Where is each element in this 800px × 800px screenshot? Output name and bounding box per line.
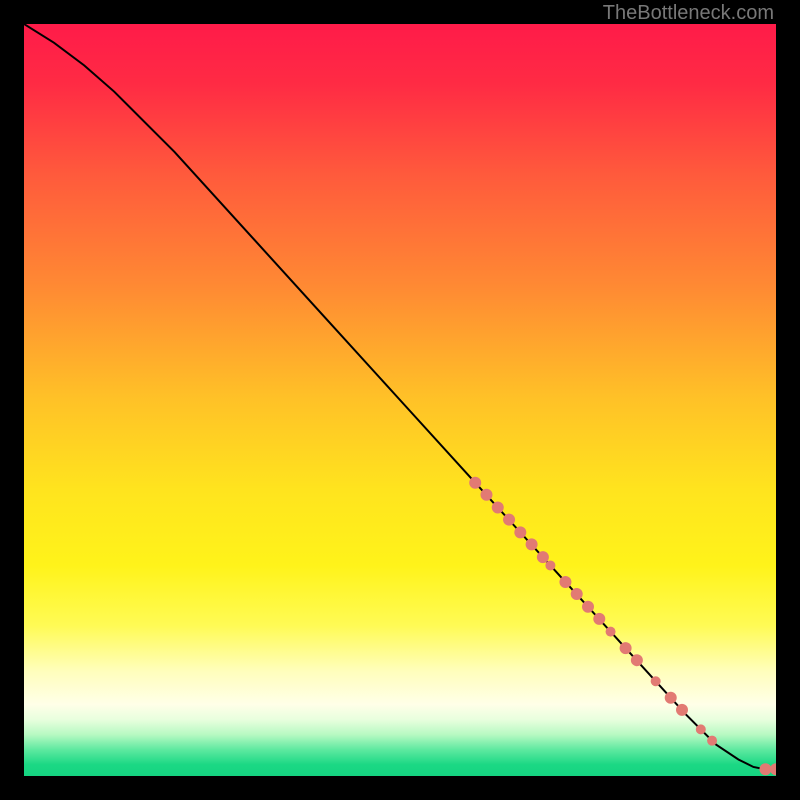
- data-marker: [759, 763, 771, 775]
- data-marker: [526, 538, 538, 550]
- data-marker: [503, 514, 515, 526]
- data-marker: [676, 704, 688, 716]
- data-marker: [559, 576, 571, 588]
- watermark-text: TheBottleneck.com: [603, 2, 774, 25]
- chart-frame: [24, 24, 776, 776]
- data-marker: [593, 613, 605, 625]
- data-marker: [651, 676, 661, 686]
- data-marker: [582, 601, 594, 613]
- data-marker: [571, 588, 583, 600]
- chart-svg: [24, 24, 776, 776]
- data-marker: [545, 560, 555, 570]
- data-marker: [620, 642, 632, 654]
- data-marker: [696, 724, 706, 734]
- data-marker: [469, 477, 481, 489]
- data-marker: [537, 551, 549, 563]
- data-marker: [665, 692, 677, 704]
- data-marker: [707, 736, 717, 746]
- data-marker: [492, 502, 504, 514]
- data-marker: [514, 526, 526, 538]
- data-marker: [606, 627, 616, 637]
- data-marker: [631, 654, 643, 666]
- data-marker: [480, 489, 492, 501]
